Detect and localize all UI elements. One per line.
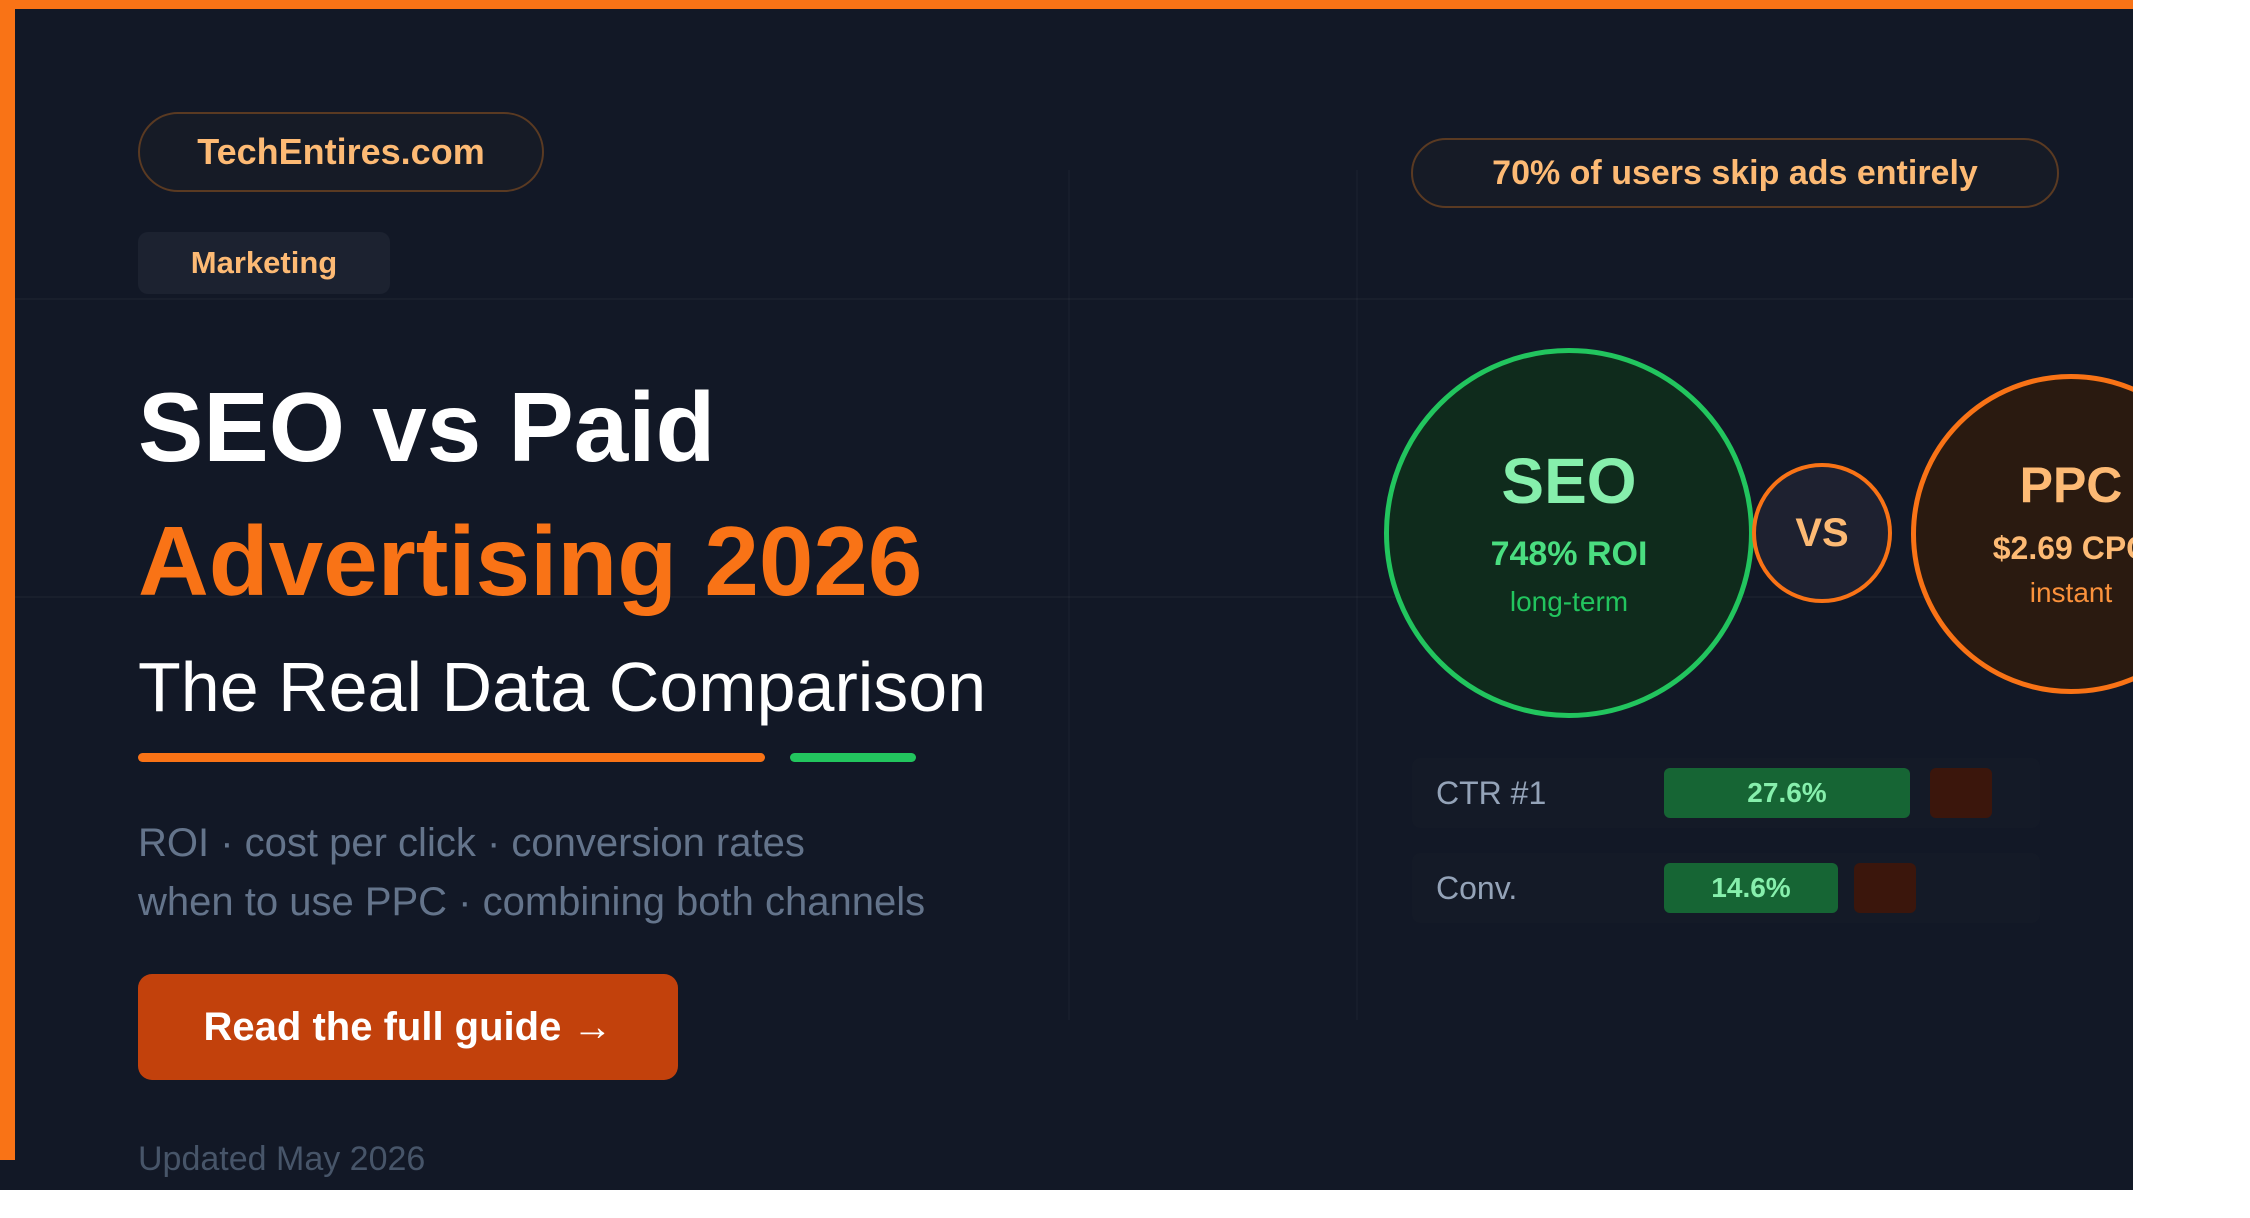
metric-label: CTR #1 (1436, 774, 1547, 811)
metric-label: Conv. (1436, 869, 1518, 906)
vs-circle: VS (1752, 463, 1892, 603)
underline-orange (138, 753, 765, 762)
updated-date: Updated May 2026 (138, 1140, 426, 1178)
ppc-title: PPC (2019, 456, 2123, 513)
ppc-bar (1854, 863, 1916, 913)
seo-bar: 27.6% (1664, 768, 1910, 818)
headline-line-1: SEO vs Paid (138, 372, 716, 482)
seo-bar: 14.6% (1664, 863, 1838, 913)
stat-pill: 70% of users skip ads entirely (1411, 138, 2059, 208)
metric-row-conv: Conv. 14.6% (1412, 853, 2040, 923)
left-accent-bar (0, 0, 15, 1160)
hero-banner: TechEntires.com Marketing SEO vs Paid Ad… (0, 0, 2133, 1190)
headline-line-2: Advertising 2026 (138, 506, 923, 616)
metric-row-ctr: CTR #1 27.6% (1412, 758, 2040, 828)
ppc-note: instant (2029, 576, 2113, 608)
seo-metric: 748% ROI (1490, 534, 1648, 573)
seo-circle: SEO 748% ROI long-term (1384, 348, 1754, 718)
vs-label: VS (1795, 510, 1849, 555)
topic-line: ROI · cost per click · conversion rates (138, 821, 805, 865)
ppc-metric: $2.69 CPC (1992, 529, 2133, 566)
seo-title: SEO (1501, 444, 1637, 517)
topic-line: when to use PPC · combining both channel… (138, 880, 926, 924)
ppc-circle: PPC $2.69 CPC instant (1911, 374, 2133, 694)
seo-note: long-term (1509, 585, 1629, 617)
grid-line (15, 298, 2133, 300)
read-guide-button[interactable]: Read the full guide → (138, 974, 678, 1080)
brand-pill: TechEntires.com (138, 112, 544, 192)
top-accent-bar (0, 0, 2133, 9)
category-tag: Marketing (138, 232, 390, 294)
subtitle: The Real Data Comparison (138, 648, 987, 726)
underline-green (790, 753, 916, 762)
ppc-bar (1930, 768, 1992, 818)
